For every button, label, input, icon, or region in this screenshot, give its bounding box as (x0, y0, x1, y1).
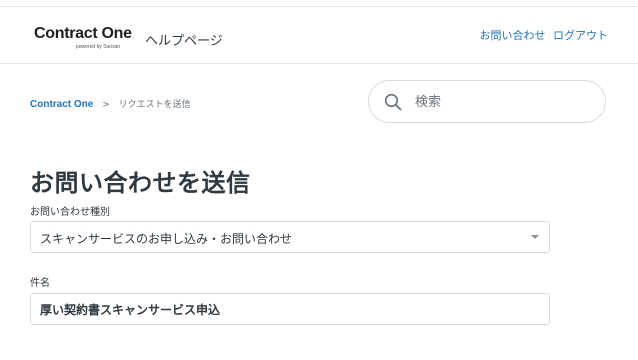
logout-link[interactable]: ログアウト (553, 29, 608, 42)
logo-tagline: powered by Sansan (76, 44, 121, 50)
chevron-down-icon (531, 235, 539, 239)
site-header: Contract One powered by Sansan ヘルプページ お問… (0, 7, 638, 64)
breadcrumb-current: リクエストを送信 (118, 100, 191, 110)
search-box[interactable] (368, 80, 606, 123)
category-select[interactable]: スキャンサービスのお申し込み・お問い合わせ (30, 221, 550, 253)
breadcrumb: Contract One > リクエストを送信 (30, 97, 191, 110)
category-label: お問い合わせ種別 (30, 207, 110, 218)
search-icon (384, 93, 402, 111)
contact-link[interactable]: お問い合わせ (480, 29, 546, 42)
logo-text: Contract One (34, 25, 132, 42)
contract-one-logo[interactable]: Contract One powered by Sansan (34, 25, 134, 59)
search-input[interactable] (413, 89, 597, 115)
header-nav: お問い合わせ ログアウト (476, 27, 609, 43)
breadcrumb-separator: > (102, 100, 110, 110)
page-title: お問い合わせを送信 (30, 169, 251, 197)
subject-input[interactable] (30, 293, 550, 325)
category-select-value: スキャンサービスのお申し込み・お問い合わせ (40, 232, 293, 246)
subject-label: 件名 (30, 278, 50, 289)
breadcrumb-home-link[interactable]: Contract One (30, 99, 93, 110)
top-rule (0, 0, 638, 7)
help-page-title: ヘルプページ (145, 34, 223, 49)
